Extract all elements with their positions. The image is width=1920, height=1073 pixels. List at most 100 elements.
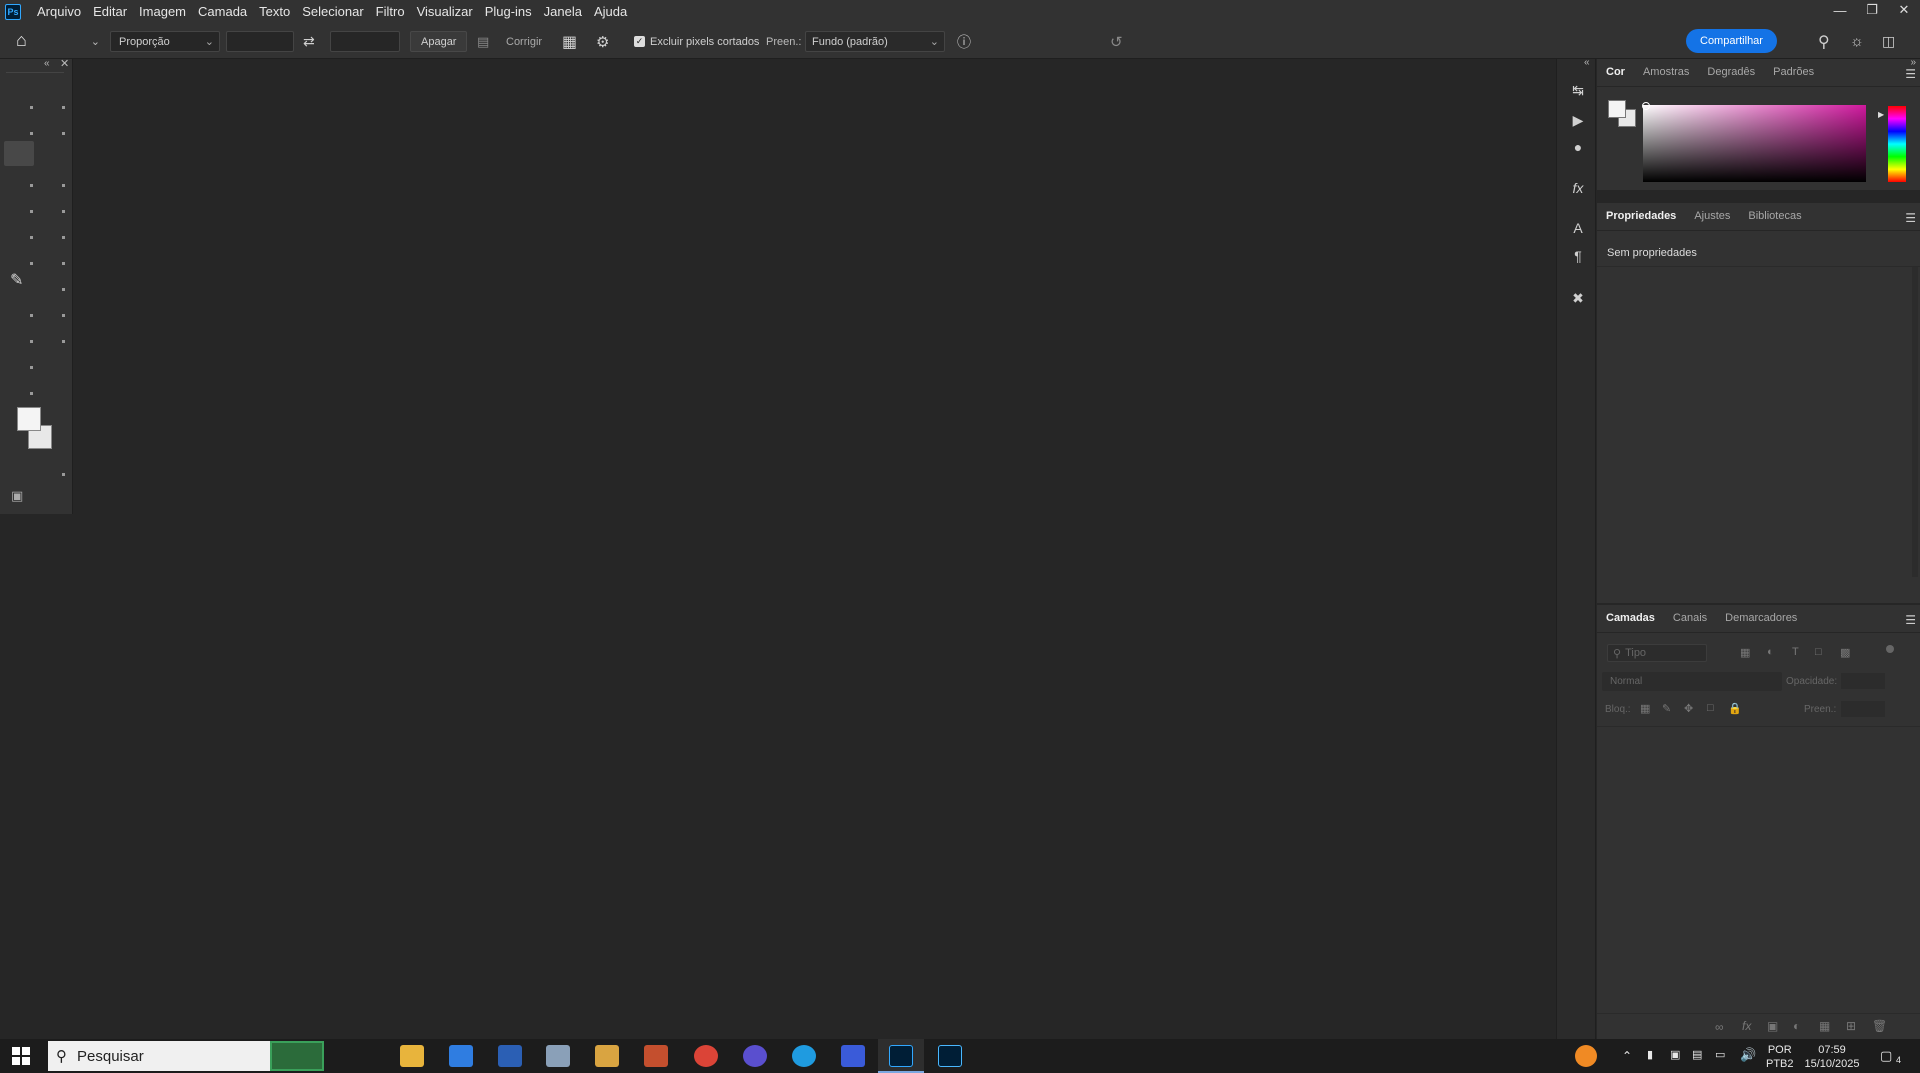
clock[interactable]: 07:59 15/10/2025 xyxy=(1804,1043,1860,1071)
filter-pixel-icon[interactable]: ▦ xyxy=(1740,646,1750,659)
fill-select[interactable]: Fundo (padrão) ⌄ xyxy=(805,31,945,52)
media-player-icon[interactable] xyxy=(595,1045,619,1067)
menu-janela[interactable]: Janela xyxy=(538,0,588,24)
chrome-icon[interactable] xyxy=(694,1045,718,1067)
panel-menu-icon[interactable]: ☰ xyxy=(1905,211,1916,225)
height-input[interactable] xyxy=(330,31,400,52)
clone-stamp-tool-icon[interactable] xyxy=(30,314,33,317)
collapse-panel-icon[interactable]: « xyxy=(1584,57,1590,68)
device-icon[interactable]: ▮ xyxy=(1647,1048,1653,1061)
grid-overlay-icon[interactable]: ▦ xyxy=(562,31,577,52)
discover-icon[interactable]: ☼ xyxy=(1850,31,1864,52)
lock-artboard-icon[interactable]: □ xyxy=(1707,702,1714,714)
foreground-color-swatch[interactable] xyxy=(17,407,41,431)
menu-plug-ins[interactable]: Plug-ins xyxy=(479,0,538,24)
photos-viewer-icon[interactable] xyxy=(546,1045,570,1067)
eraser-tool-icon[interactable] xyxy=(30,340,33,343)
layer-style-fx-icon[interactable]: fx xyxy=(1742,1019,1751,1033)
delete-cropped-checkbox[interactable]: ✓ Excluir pixels cortados xyxy=(634,31,759,52)
taskbar-search[interactable]: ⚲ Pesquisar xyxy=(48,1041,270,1071)
link-layers-icon[interactable]: ∞ xyxy=(1715,1020,1724,1034)
tab-padroes[interactable]: Padrões xyxy=(1764,66,1823,86)
lock-image-icon[interactable]: ✎ xyxy=(1662,702,1671,715)
lock-position-icon[interactable]: ✥ xyxy=(1684,702,1693,715)
healing-brush-tool-icon[interactable] xyxy=(30,262,33,265)
new-group-icon[interactable]: ▦ xyxy=(1819,1019,1830,1033)
straighten-icon[interactable]: ▤ xyxy=(477,31,489,52)
history-icon[interactable]: ↹ xyxy=(1569,81,1587,99)
tab-bibliotecas[interactable]: Bibliotecas xyxy=(1739,210,1810,230)
edge-icon[interactable] xyxy=(792,1045,816,1067)
straighten-label[interactable]: Corrigir xyxy=(506,31,542,52)
home-icon[interactable]: ⌂ xyxy=(16,30,27,51)
new-adjustment-icon[interactable]: ◐ xyxy=(1793,1019,1800,1033)
quick-mask-icon[interactable]: ▣ xyxy=(11,488,23,504)
info-icon[interactable]: ⓘ xyxy=(957,31,971,52)
photoshop-taskbar-icon[interactable] xyxy=(889,1045,913,1067)
width-input[interactable] xyxy=(226,31,294,52)
lock-transparent-icon[interactable]: ▦ xyxy=(1640,702,1650,715)
lock-all-icon[interactable]: 🔒 xyxy=(1728,702,1742,715)
tab-propriedades[interactable]: Propriedades xyxy=(1597,210,1685,230)
filter-shape-icon[interactable]: □ xyxy=(1815,646,1822,658)
panel-menu-icon[interactable]: ☰ xyxy=(1905,67,1916,81)
volume-icon[interactable]: 🔊 xyxy=(1740,1047,1756,1063)
menu-camada[interactable]: Camada xyxy=(192,0,253,24)
restore-button[interactable]: ❐ xyxy=(1856,0,1888,20)
blend-mode-select[interactable]: Normal xyxy=(1602,672,1782,691)
tab-canais[interactable]: Canais xyxy=(1664,612,1716,632)
add-mask-icon[interactable]: ▣ xyxy=(1767,1019,1778,1033)
hue-slider[interactable] xyxy=(1888,106,1906,182)
styles-fx-icon[interactable]: fx xyxy=(1569,179,1587,197)
layer-fill-input[interactable] xyxy=(1841,701,1885,717)
photoshop-logo[interactable]: Ps xyxy=(5,4,21,20)
windows-start-icon[interactable] xyxy=(12,1047,30,1065)
filter-type-icon[interactable]: T xyxy=(1792,646,1799,658)
gradient-tool-icon[interactable] xyxy=(30,366,33,369)
security-icon[interactable]: ▤ xyxy=(1692,1048,1702,1061)
crop-tool-icon[interactable] xyxy=(4,141,34,166)
paragraph-icon[interactable]: ¶ xyxy=(1569,247,1587,265)
menu-filtro[interactable]: Filtro xyxy=(370,0,411,24)
color-saturation-field[interactable] xyxy=(1643,105,1866,182)
lasso-tool-icon[interactable] xyxy=(30,184,33,187)
menu-imagem[interactable]: Imagem xyxy=(133,0,192,24)
meet-icon[interactable]: ▣ xyxy=(1670,1048,1680,1061)
move-tool-icon[interactable] xyxy=(30,106,33,109)
panel-menu-icon[interactable]: ☰ xyxy=(1905,613,1916,627)
layer-filter-select[interactable]: ⚲ Tipo xyxy=(1607,644,1707,662)
ratio-select[interactable]: Proporção ⌄ xyxy=(110,31,220,52)
document-area[interactable] xyxy=(73,59,1556,1039)
filter-toggle-icon[interactable] xyxy=(1886,645,1894,653)
text-tool-icon[interactable] xyxy=(30,392,33,395)
character-icon[interactable]: A xyxy=(1569,219,1587,237)
search-icon[interactable]: ⚲ xyxy=(1818,31,1830,52)
menu-visualizar[interactable]: Visualizar xyxy=(411,0,479,24)
reset-icon[interactable]: ↺ xyxy=(1110,31,1123,52)
clear-button[interactable]: Apagar xyxy=(410,31,468,52)
remote-desktop-icon[interactable] xyxy=(841,1045,865,1067)
close-window-button[interactable]: ✕ xyxy=(1888,0,1920,20)
notification-icon[interactable]: ▢ xyxy=(1880,1048,1892,1064)
chevron-up-icon[interactable]: ⌃ xyxy=(1622,1049,1632,1063)
word-icon[interactable] xyxy=(498,1045,522,1067)
minimize-button[interactable]: — xyxy=(1824,0,1856,20)
eyedropper-tool-icon[interactable] xyxy=(30,236,33,239)
color-foreground-swatch[interactable] xyxy=(1608,100,1626,118)
menu-arquivo[interactable]: Arquivo xyxy=(31,0,87,24)
scrollbar[interactable] xyxy=(1912,267,1918,577)
menu-texto[interactable]: Texto xyxy=(253,0,296,24)
tab-cor[interactable]: Cor xyxy=(1597,66,1634,86)
tool-preset-picker[interactable]: ⌄ xyxy=(60,31,100,52)
share-button[interactable]: Compartilhar xyxy=(1686,29,1777,53)
close-panel-icon[interactable]: ✕ xyxy=(60,57,69,70)
language-indicator[interactable]: POR PTB2 xyxy=(1766,1043,1794,1071)
gear-icon[interactable]: ⚙ xyxy=(596,31,609,52)
tool-presets-icon[interactable]: ✖ xyxy=(1569,289,1587,307)
brush-tool-icon[interactable]: ✎ xyxy=(10,270,23,290)
opacity-input[interactable] xyxy=(1841,673,1885,689)
filter-smart-object-icon[interactable]: ▩ xyxy=(1840,646,1850,659)
tab-camadas[interactable]: Camadas xyxy=(1597,612,1664,632)
game-icon[interactable] xyxy=(644,1045,668,1067)
menu-editar[interactable]: Editar xyxy=(87,0,133,24)
